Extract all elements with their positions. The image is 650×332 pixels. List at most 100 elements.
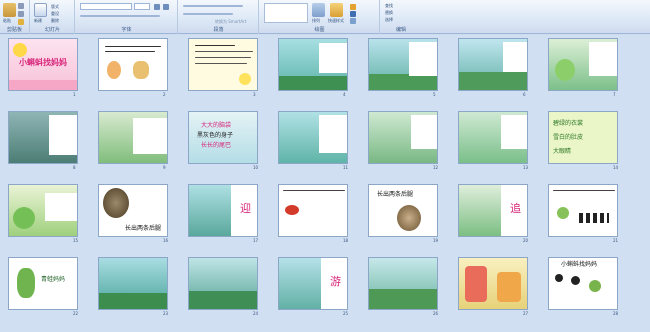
slide-thumbnail-23[interactable] [98,257,168,310]
shape-fill-icon[interactable] [350,4,356,10]
slide-number: 28 [613,311,619,316]
replace-button[interactable]: 替换 [385,10,393,16]
slide-number: 13 [523,165,529,170]
slide-number: 26 [433,311,439,316]
shrink-font-icon[interactable] [163,4,169,10]
frog-image [555,59,575,81]
format-painter-icon[interactable] [18,19,24,25]
slide-thumbnail-18[interactable] [278,184,348,237]
slide-thumbnail-19[interactable]: 长出两条后腿 [368,184,438,237]
slide-thumbnail-25[interactable]: 游 [278,257,348,310]
slide-sorter: 小蝌蚪找妈妈 1 2 3 4 5 6 7 8 9 大大的脑袋 黑灰色的身子 长长… [0,35,650,332]
text-box [503,42,527,72]
slide-caption: 青蛙妈妈 [41,276,66,283]
slide-number: 4 [343,92,346,97]
text-box [49,115,77,155]
quick-styles-label: 快速样式 [328,18,344,23]
layout-button[interactable]: 版式 [51,4,59,10]
slide-thumbnail-20[interactable]: 追 [458,184,528,237]
slide-number: 11 [343,165,349,170]
font-name-input[interactable] [80,3,132,10]
slide-thumbnail-14[interactable]: 碧绿的衣裳 雪白的肚皮 大眼睛 [548,111,618,164]
shape-outline-icon[interactable] [350,11,356,17]
drawing-group: 排列 快速样式 绘图 [260,0,380,34]
slide-thumbnail-7[interactable] [548,38,618,91]
slide-number: 25 [343,311,349,316]
clipboard-group: 粘贴 剪贴板 [0,0,30,34]
slide-thumbnail-21[interactable] [548,184,618,237]
group-editing-label: 编辑 [395,27,406,33]
slide-thumbnail-12[interactable] [368,111,438,164]
ribbon: 粘贴 剪贴板 新建 版式 重设 删除 幻灯片 字体 转换为 SmartArt 段… [0,0,650,34]
font-size-input[interactable] [134,3,150,10]
slide-thumbnail-17[interactable]: 迎 [188,184,258,237]
slide-caption: 长出两条后腿 [377,191,414,198]
text-box [319,43,347,73]
slide-thumbnail-9[interactable] [98,111,168,164]
grow-font-icon[interactable] [154,4,160,10]
paragraph-group: 转换为 SmartArt 段落 [179,0,259,34]
new-slide-button[interactable] [34,3,47,17]
new-slide-label: 新建 [34,18,42,23]
character-image [465,266,487,302]
slide-thumbnail-15[interactable] [8,184,78,237]
slide-line: 大眼睛 [553,148,572,155]
paste-label: 粘贴 [3,18,11,23]
reset-button[interactable]: 重设 [51,11,59,17]
group-slides-label: 幻灯片 [44,27,60,33]
smartart-button[interactable]: 转换为 SmartArt [215,19,246,25]
text-box [45,193,77,221]
slide-number: 14 [613,165,619,170]
slide-thumbnail-22[interactable]: 青蛙妈妈 [8,257,78,310]
slide-number: 24 [253,311,259,316]
slide-thumbnail-1[interactable]: 小蝌蚪找妈妈 [8,38,78,91]
slide-thumbnail-24[interactable] [188,257,258,310]
text-box [319,115,347,153]
slide-number: 17 [253,238,259,243]
font-style-row[interactable] [80,15,160,17]
slide-thumbnail-16[interactable]: 长出两条后腿 [98,184,168,237]
slide-thumbnail-27[interactable] [458,257,528,310]
slide-char: 追 [510,202,521,215]
copy-icon[interactable] [18,11,24,17]
slide-thumbnail-10[interactable]: 大大的脑袋 黑灰色的身子 长长的尾巴 [188,111,258,164]
slide-thumbnail-4[interactable] [278,38,348,91]
crab-image [285,205,299,215]
slide-number: 1 [73,92,76,97]
find-button[interactable]: 查找 [385,3,393,9]
ground-decoration [9,80,77,90]
slide-number: 20 [523,238,529,243]
slide-thumbnail-8[interactable] [8,111,78,164]
slide-number: 8 [73,165,76,170]
align-buttons-row[interactable] [183,13,233,15]
tadpoles-image [579,213,609,223]
slide-number: 15 [73,238,79,243]
slide-thumbnail-2[interactable] [98,38,168,91]
text-box [411,115,437,149]
slide-number: 5 [433,92,436,97]
slide-thumbnail-6[interactable] [458,38,528,91]
slide-line: 大大的脑袋 [201,122,232,129]
slide-line: 长长的尾巴 [201,142,232,149]
slide-thumbnail-11[interactable] [278,111,348,164]
slide-thumbnail-26[interactable] [368,257,438,310]
arrange-button[interactable] [312,3,325,17]
slide-thumbnail-3[interactable] [188,38,258,91]
shape-effects-icon[interactable] [350,18,356,24]
paste-button[interactable] [3,3,16,17]
slide-number: 16 [163,238,169,243]
slide-thumbnail-28[interactable]: 小蝌蚪找妈妈 [548,257,618,310]
slide-number: 6 [523,92,526,97]
list-buttons-row[interactable] [183,5,243,7]
chick-image [239,73,251,85]
shapes-gallery[interactable] [264,3,308,23]
delete-button[interactable]: 删除 [51,18,59,24]
frog-image [13,207,35,229]
slide-char: 迎 [240,202,251,215]
select-button[interactable]: 选择 [385,17,393,23]
slide-thumbnail-5[interactable] [368,38,438,91]
text-box [409,42,437,76]
cut-icon[interactable] [18,3,24,9]
quick-styles-button[interactable] [330,3,343,17]
slide-thumbnail-13[interactable] [458,111,528,164]
